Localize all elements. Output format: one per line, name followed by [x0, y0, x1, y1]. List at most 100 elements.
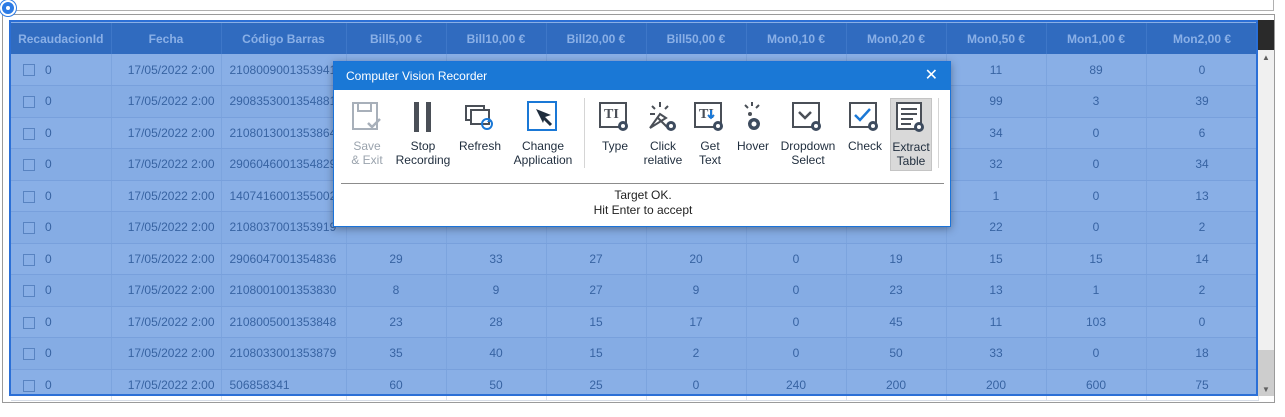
column-header[interactable]: Mon1,00 € [1046, 23, 1147, 54]
column-header[interactable]: Bill10,00 € [446, 23, 547, 54]
table-cell: 0 [11, 180, 112, 212]
table-cell: 0 [646, 369, 747, 401]
refresh-button[interactable]: Refresh [457, 100, 503, 153]
column-header[interactable]: Mon0,50 € [946, 23, 1047, 54]
click-relative-button[interactable]: Click relative [640, 100, 686, 167]
dialog-title: Computer Vision Recorder [346, 69, 488, 83]
table-cell: 50 [846, 337, 947, 370]
row-checkbox[interactable] [23, 159, 35, 172]
check-button[interactable]: Check [844, 100, 886, 153]
table-cell: 17/05/2022 2:00 [111, 243, 222, 275]
table-cell: 17/05/2022 2:00 [111, 85, 222, 118]
get-text-icon: TI [694, 102, 723, 131]
status-message: Target OK. Hit Enter to accept [334, 188, 952, 218]
click-relative-label: Click [650, 139, 676, 153]
column-header[interactable]: Fecha [111, 23, 222, 54]
table-cell: 17/05/2022 2:00 [111, 369, 222, 401]
column-header[interactable]: Bill20,00 € [546, 23, 647, 54]
close-icon[interactable]: ✕ [925, 62, 938, 90]
target-anchor-icon[interactable] [0, 0, 16, 16]
table-cell: 40 [446, 337, 547, 370]
table-row[interactable]: 0 17/05/2022 2:00 2108001001353830 8 9 27 9 0 23… [11, 274, 1259, 307]
table-cell: 17/05/2022 2:00 [111, 117, 222, 149]
row-checkbox[interactable] [23, 285, 35, 298]
change-application-label-2: Application [513, 153, 573, 167]
table-cell: 15 [1046, 243, 1147, 275]
toolbar-separator [938, 98, 939, 168]
column-header[interactable]: Mon0,10 € [746, 23, 847, 54]
row-checkbox[interactable] [23, 190, 35, 203]
table-cell: 2906047001354836 [221, 243, 347, 275]
dropdown-select-label-2: Select [791, 153, 825, 167]
table-cell: 17/05/2022 2:00 [111, 274, 222, 307]
table-cell: 0 [11, 54, 112, 86]
table-cell: 60 [346, 369, 447, 401]
change-application-button[interactable]: Change Application [508, 100, 578, 167]
extract-table-button[interactable]: Extract Table [890, 98, 932, 171]
get-text-label: Get [700, 139, 720, 153]
table-cell: 17/05/2022 2:00 [111, 148, 222, 181]
table-cell: 200 [946, 369, 1047, 401]
column-header[interactable]: Bill50,00 € [646, 23, 747, 54]
get-text-button[interactable]: TI Get Text [690, 100, 730, 167]
table-row[interactable]: 0 17/05/2022 2:00 506858341 60 50 25 0 240 200 20… [11, 369, 1259, 401]
scroll-down-icon[interactable]: ▼ [1262, 385, 1270, 394]
scroll-up-icon[interactable]: ▲ [1262, 53, 1270, 62]
table-cell: 0 [746, 274, 847, 307]
table-cell: 39 [1146, 85, 1259, 118]
column-header[interactable]: Bill5,00 € [346, 23, 447, 54]
type-button[interactable]: TI Type [594, 100, 636, 153]
table-cell: 0 [11, 306, 112, 338]
row-checkbox[interactable] [23, 253, 35, 266]
hover-icon [744, 102, 760, 130]
row-checkbox[interactable] [23, 127, 35, 140]
table-cell: 2108033001353879 [221, 337, 347, 370]
row-checkbox[interactable] [23, 348, 35, 361]
pause-icon [414, 102, 431, 132]
vertical-scrollbar[interactable]: ▲ ▼ [1258, 20, 1274, 396]
cell-text: 0 [45, 283, 52, 298]
recorder-dialog: Computer Vision Recorder ✕ Save & Exit S… [333, 61, 951, 227]
table-cell: 13 [946, 274, 1047, 307]
table-cell: 33 [446, 243, 547, 275]
table-cell: 0 [746, 243, 847, 275]
row-checkbox[interactable] [23, 96, 35, 109]
column-header[interactable]: Código Barras [221, 23, 347, 54]
column-header[interactable]: Mon2,00 € [1146, 23, 1259, 54]
hover-button[interactable]: Hover [734, 100, 772, 153]
table-cell: 17/05/2022 2:00 [111, 54, 222, 86]
table-cell: 6 [1146, 117, 1259, 149]
header-row: RecaudacionId Fecha Código Barras Bill5,… [11, 23, 1259, 54]
save-exit-label: Save [353, 139, 381, 153]
table-cell: 15 [546, 306, 647, 338]
table-row[interactable]: 0 17/05/2022 2:00 2906047001354836 29 33 27 20… [11, 243, 1259, 275]
dialog-titlebar[interactable]: Computer Vision Recorder ✕ [334, 62, 950, 90]
stop-recording-button[interactable]: Stop Recording [394, 100, 452, 167]
table-cell: 17/05/2022 2:00 [111, 337, 222, 370]
top-input-strip [0, 0, 1285, 14]
table-cell: 0 [1046, 180, 1147, 212]
table-row[interactable]: 0 17/05/2022 2:00 2108005001353848 23 28 15 17… [11, 306, 1259, 338]
address-field[interactable] [8, 0, 1274, 11]
save-exit-label-2: & Exit [351, 153, 383, 167]
svg-text:TI: TI [604, 107, 619, 122]
table-cell: 2 [1146, 274, 1259, 307]
table-cell: 1 [946, 180, 1047, 212]
save-exit-button[interactable]: Save & Exit [346, 100, 388, 167]
table-cell: 0 [11, 85, 112, 118]
row-checkbox[interactable] [23, 379, 35, 392]
column-header[interactable]: RecaudacionId [11, 23, 112, 54]
table-cell: 0 [1046, 211, 1147, 244]
column-header[interactable]: Mon0,20 € [846, 23, 947, 54]
table-row[interactable]: 0 17/05/2022 2:00 2108033001353879 35 40 15 2 0… [11, 337, 1259, 370]
row-checkbox[interactable] [23, 316, 35, 329]
row-checkbox[interactable] [23, 64, 35, 77]
table-cell: 75 [1146, 369, 1259, 401]
click-relative-icon [649, 102, 676, 131]
row-checkbox[interactable] [23, 222, 35, 235]
cell-text: 0 [45, 220, 52, 235]
table-cell: 9 [646, 274, 747, 307]
status-line-2: Hit Enter to accept [593, 203, 693, 217]
dropdown-select-button[interactable]: Dropdown Select [778, 100, 838, 167]
table-cell: 200 [846, 369, 947, 401]
